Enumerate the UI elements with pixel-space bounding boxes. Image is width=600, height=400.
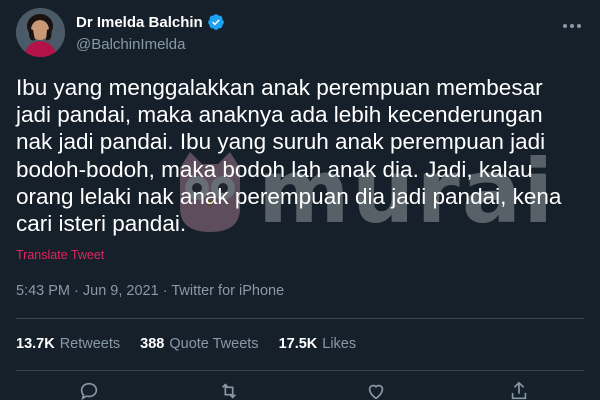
tweet-card: Dr Imelda Balchin @BalchinImelda murai I…	[0, 0, 600, 400]
avatar-photo	[16, 8, 65, 57]
tweet-time[interactable]: 5:43 PM	[16, 283, 70, 299]
tweet-date[interactable]: Jun 9, 2021	[83, 283, 159, 299]
reply-icon[interactable]	[78, 380, 100, 400]
divider	[16, 318, 584, 319]
meta-separator: ·	[158, 283, 172, 299]
tweet-meta: 5:43 PM · Jun 9, 2021 · Twitter for iPho…	[16, 283, 284, 299]
author-handle[interactable]: @BalchinImelda	[76, 36, 185, 53]
likes-label: Likes	[322, 336, 357, 352]
author-name-text: Dr Imelda Balchin	[76, 13, 203, 31]
verified-badge-icon	[207, 13, 225, 31]
quote-tweets-label: Quote Tweets	[169, 336, 259, 352]
retweets-label: Retweets	[59, 336, 121, 352]
likes-stat[interactable]: 17.5K Likes	[279, 336, 357, 352]
retweet-icon[interactable]	[218, 380, 240, 400]
divider	[16, 370, 584, 371]
tweet-source[interactable]: Twitter for iPhone	[171, 283, 284, 299]
quote-tweets-stat[interactable]: 388 Quote Tweets	[140, 336, 258, 352]
more-options-icon[interactable]	[560, 14, 584, 38]
likes-count: 17.5K	[278, 336, 318, 352]
translate-tweet-link[interactable]: Translate Tweet	[16, 248, 104, 262]
tweet-actions	[0, 378, 600, 400]
like-icon[interactable]	[365, 380, 387, 400]
share-icon[interactable]	[508, 380, 530, 400]
avatar[interactable]	[16, 8, 65, 57]
author-name[interactable]: Dr Imelda Balchin	[76, 13, 225, 31]
tweet-text: Ibu yang menggalakkan anak perempuan mem…	[16, 75, 562, 237]
retweets-stat[interactable]: 13.7K Retweets	[16, 336, 120, 352]
meta-separator: ·	[70, 283, 83, 299]
retweets-count: 13.7K	[16, 336, 55, 352]
tweet-stats: 13.7K Retweets 388 Quote Tweets 17.5K Li…	[16, 336, 356, 352]
quote-tweets-count: 388	[140, 336, 165, 352]
